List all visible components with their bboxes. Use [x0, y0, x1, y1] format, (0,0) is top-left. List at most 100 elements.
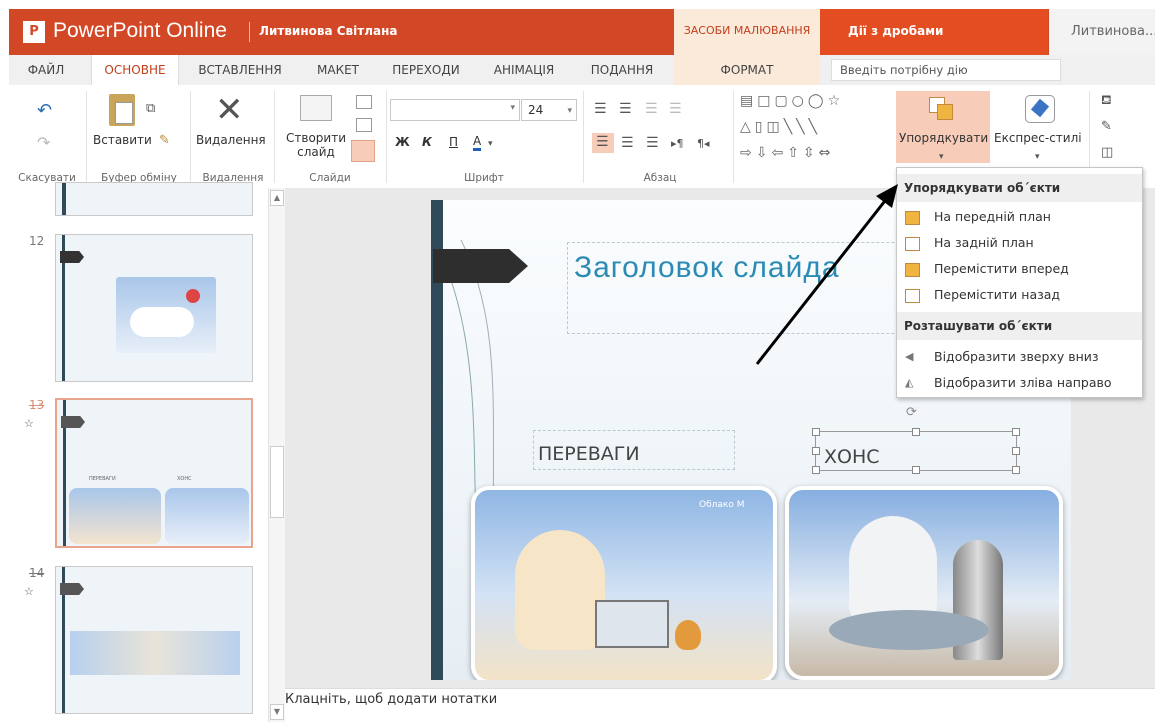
tell-me-search-input[interactable]: Введіть потрібну дію	[831, 59, 1061, 81]
menu-item-flip-vertical[interactable]: ◀ Відобразити зверху вниз	[897, 344, 1142, 370]
right-heading-textbox-selected[interactable]: ХОНС	[815, 431, 1017, 471]
cloud-image-left[interactable]: Облако М	[471, 486, 777, 680]
slide-thumbnail[interactable]	[55, 182, 253, 216]
resize-handle[interactable]	[1012, 428, 1020, 436]
hide-slide-icon[interactable]	[351, 140, 375, 162]
align-right-icon[interactable]: ☰	[646, 135, 659, 151]
right-heading: ХОНС	[824, 446, 880, 468]
rotate-handle-icon[interactable]: ⟳	[906, 405, 917, 421]
tab-insert[interactable]: ВСТАВЛЕННЯ	[187, 55, 293, 85]
tab-format[interactable]: ФОРМАТ	[674, 55, 820, 85]
slide-thumbnail[interactable]	[55, 566, 253, 714]
delete-button[interactable]: Видалення	[196, 133, 266, 147]
shapes-gallery-row1[interactable]: ▤□▢○◯☆	[740, 93, 844, 109]
arrange-button[interactable]: Упорядкувати ▾	[896, 91, 990, 163]
font-name-input[interactable]: ▾	[390, 99, 520, 121]
slide-thumbnail[interactable]	[55, 234, 253, 382]
shapes-gallery-row2[interactable]: △▯◫╲╲╲	[740, 119, 821, 135]
chevron-down-icon[interactable]: ▾	[488, 136, 493, 152]
quick-styles-button[interactable]: Експрес-стилі	[994, 131, 1082, 145]
reset-slide-icon[interactable]	[356, 118, 372, 132]
menu-item-label: Перемістити назад	[934, 287, 1061, 302]
ltr-icon[interactable]: ▸¶	[671, 136, 684, 152]
document-name[interactable]: Дії з дробами	[820, 9, 1048, 55]
delete-icon[interactable]: ✕	[215, 93, 244, 127]
group-divider	[86, 91, 87, 183]
powerpoint-logo-icon: P	[23, 21, 45, 43]
cloud-image-right[interactable]	[785, 486, 1063, 680]
increase-indent-icon[interactable]: ☰	[669, 101, 682, 117]
cloud-base	[829, 610, 989, 650]
slide-thumbnail-selected[interactable]: ПЕРЕВАГИ ХОНС	[55, 398, 253, 548]
scroll-down-icon[interactable]: ▼	[270, 704, 284, 720]
underline-button[interactable]: П	[449, 135, 458, 149]
menu-item-flip-horizontal[interactable]: ◭ Відобразити зліва направо	[897, 370, 1142, 396]
drawing-tools-context-label: ЗАСОБИ МАЛЮВАННЯ	[674, 9, 820, 55]
undo-icon[interactable]: ↶	[37, 102, 52, 120]
shape-effects-icon[interactable]: ◫	[1101, 145, 1113, 161]
menu-section-position-objects: Розташувати об´єкти	[897, 312, 1142, 340]
cloud-character	[515, 530, 605, 650]
slide-number: 12	[29, 234, 45, 248]
resize-handle[interactable]	[912, 428, 920, 436]
new-slide-button[interactable]: Створити слайд	[285, 131, 347, 159]
account-button[interactable]: Литвинова...	[1049, 9, 1155, 55]
resize-handle[interactable]	[1012, 447, 1020, 455]
resize-handle[interactable]	[912, 466, 920, 474]
shape-outline-icon[interactable]: ✎	[1101, 119, 1112, 135]
app-title[interactable]: PowerPoint Online	[53, 19, 227, 43]
tab-design[interactable]: МАКЕТ	[301, 55, 375, 85]
font-color-button[interactable]: А	[473, 135, 482, 151]
tab-file[interactable]: ФАЙЛ	[9, 55, 83, 85]
resize-handle[interactable]	[812, 447, 820, 455]
menu-item-label: На передній план	[934, 209, 1051, 224]
scroll-thumb[interactable]	[270, 446, 284, 518]
redo-icon[interactable]: ↷	[37, 135, 50, 151]
bullets-icon[interactable]: ☰	[594, 101, 607, 117]
chevron-down-icon[interactable]: ▾	[1035, 149, 1040, 165]
shapes-gallery-row3[interactable]: ⇨⇩⇦⇧⇳⇔	[740, 145, 834, 161]
scroll-up-icon[interactable]: ▲	[270, 190, 284, 206]
align-center-icon[interactable]: ☰	[621, 135, 634, 151]
cloud-image	[70, 631, 240, 675]
new-slide-icon[interactable]	[300, 95, 332, 121]
format-painter-icon[interactable]: ✎	[159, 133, 170, 149]
arrange-label: Упорядкувати	[899, 131, 989, 145]
bold-button[interactable]: Ж	[395, 135, 410, 149]
align-left-button[interactable]: ☰	[592, 133, 614, 153]
paragraph-group-label: Абзац	[643, 172, 677, 184]
menu-item-send-backward[interactable]: Перемістити назад	[897, 282, 1142, 308]
layout-icon[interactable]	[356, 95, 372, 109]
menu-item-bring-to-front[interactable]: На передній план	[897, 204, 1142, 230]
send-to-back-icon	[905, 237, 920, 251]
shape-fill-icon[interactable]: ⛾	[1101, 93, 1112, 109]
laptop-image	[595, 600, 669, 648]
tab-home[interactable]: ОСНОВНЕ	[91, 55, 179, 85]
group-divider	[190, 91, 191, 183]
paste-button[interactable]: Вставити	[93, 133, 152, 147]
italic-button[interactable]: К	[422, 135, 432, 149]
numbering-icon[interactable]: ☰	[619, 101, 632, 117]
cat-image	[675, 620, 701, 650]
font-size-input[interactable]: 24 ▾	[521, 99, 577, 121]
tab-transitions[interactable]: ПЕРЕХОДИ	[383, 55, 469, 85]
menu-item-label: Відобразити зліва направо	[934, 375, 1112, 390]
user-name[interactable]: Литвинова Світлана	[259, 24, 397, 38]
tab-view[interactable]: ПОДАННЯ	[577, 55, 667, 85]
copy-icon[interactable]: ⧉	[146, 101, 155, 117]
chevron-down-icon: ▾	[939, 152, 944, 162]
rtl-icon[interactable]: ¶◂	[697, 136, 710, 152]
quick-styles-icon[interactable]	[1025, 95, 1055, 123]
flip-vertical-icon: ◀	[905, 350, 914, 363]
resize-handle[interactable]	[812, 428, 820, 436]
menu-item-bring-forward[interactable]: Перемістити вперед	[897, 256, 1142, 282]
decrease-indent-icon[interactable]: ☰	[645, 101, 658, 117]
resize-handle[interactable]	[1012, 466, 1020, 474]
resize-handle[interactable]	[812, 466, 820, 474]
thumbnail-scrollbar[interactable]: ▲ ▼	[268, 188, 285, 722]
paste-icon[interactable]	[109, 94, 135, 126]
notes-pane[interactable]: Клацніть, щоб додати нотатки	[285, 688, 1155, 723]
left-heading-placeholder[interactable]: ПЕРЕВАГИ	[533, 430, 735, 470]
menu-item-send-to-back[interactable]: На задній план	[897, 230, 1142, 256]
tab-animations[interactable]: АНІМАЦІЯ	[479, 55, 569, 85]
